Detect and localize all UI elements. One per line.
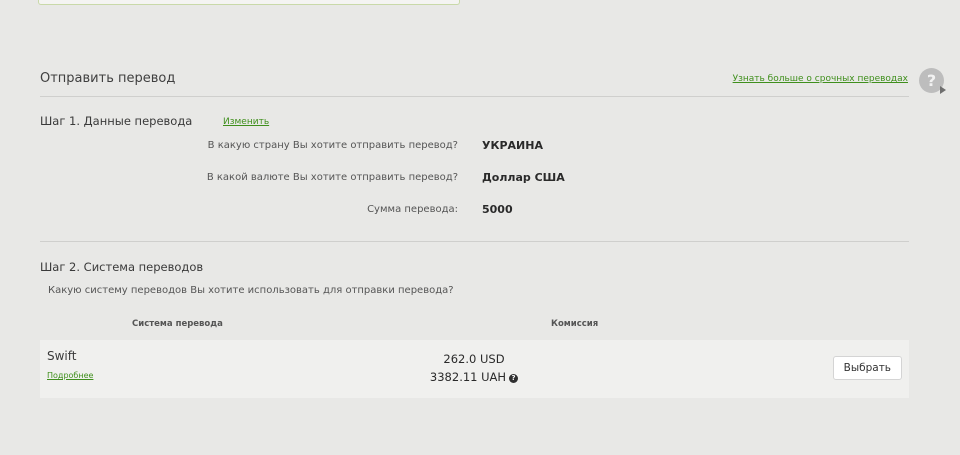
urgent-transfers-link[interactable]: Узнать больше о срочных переводах <box>733 74 908 84</box>
step-divider <box>40 241 909 242</box>
change-link[interactable]: Изменить <box>223 117 269 127</box>
amount-value: 5000 <box>482 203 513 216</box>
amount-label: Сумма перевода: <box>367 204 458 215</box>
transfer-system-row: Swift Подробнее 262.0 USD 3382.11 UAH? В… <box>40 340 909 398</box>
step2-title: Шаг 2. Система переводов <box>40 260 204 274</box>
fee-uah-line: 3382.11 UAH? <box>374 370 574 384</box>
header-divider <box>40 96 909 97</box>
previous-panel-bottom <box>38 0 460 5</box>
choose-button[interactable]: Выбрать <box>832 356 902 380</box>
system-name: Swift <box>47 349 77 363</box>
column-header-fee: Комиссия <box>551 319 599 329</box>
help-icon[interactable]: ? <box>919 68 946 94</box>
step1-title: Шаг 1. Данные перевода <box>40 114 193 128</box>
currency-question-label: В какой валюте Вы хотите отправить перев… <box>206 172 458 183</box>
fee-usd: 262.0 USD <box>443 352 505 366</box>
section-title: Отправить перевод <box>40 71 176 86</box>
country-question-label: В какую страну Вы хотите отправить перев… <box>207 140 458 151</box>
column-header-system: Система перевода <box>132 319 223 329</box>
info-icon[interactable]: ? <box>509 374 519 383</box>
country-value: УКРАИНА <box>482 139 543 152</box>
system-question: Какую систему переводов Вы хотите исполь… <box>48 285 454 296</box>
details-link[interactable]: Подробнее <box>47 371 93 380</box>
fee-uah: 3382.11 UAH <box>429 370 507 384</box>
currency-value: Доллар США <box>482 171 565 184</box>
